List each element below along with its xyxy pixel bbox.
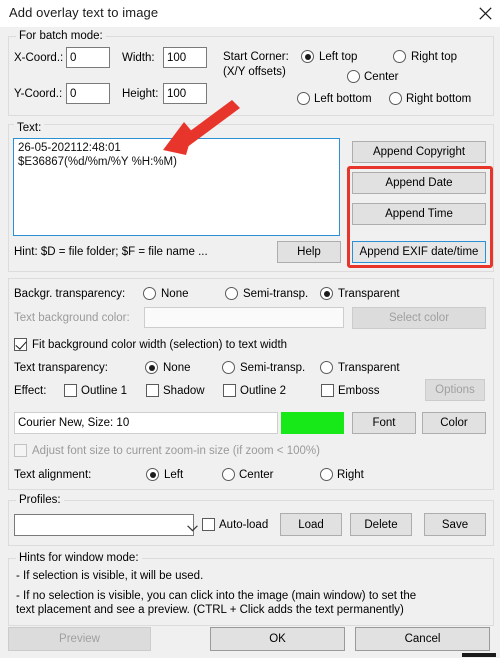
radio-corner-left-top[interactable] [301, 50, 314, 63]
font-display-input[interactable] [14, 412, 278, 434]
label-corner-left-bottom: Left bottom [314, 93, 372, 105]
effect-outline1-checkbox[interactable] [64, 384, 77, 397]
close-button[interactable] [470, 0, 500, 27]
radio-text-none[interactable] [145, 361, 158, 374]
append-date-button[interactable]: Append Date [352, 172, 486, 194]
hint-line-2: - If no selection is visible, you can cl… [16, 590, 417, 602]
title-bar: Add overlay text to image [0, 0, 500, 27]
radio-align-right[interactable] [320, 468, 333, 481]
append-exif-datetime-button[interactable]: Append EXIF date/time [352, 241, 486, 263]
text-label: Text: [14, 122, 45, 134]
fit-background-label: Fit background color width (selection) t… [32, 339, 288, 351]
start-corner-label: Start Corner: [223, 51, 289, 63]
effect-emboss-label: Emboss [338, 385, 380, 397]
fit-background-checkbox[interactable] [14, 338, 27, 351]
label-text-transparent: Transparent [338, 362, 400, 374]
effect-emboss-checkbox[interactable] [321, 384, 334, 397]
radio-corner-right-bottom[interactable] [389, 92, 402, 105]
batch-mode-legend: For batch mode: [16, 30, 106, 42]
y-coord-label: Y-Coord.: [14, 88, 63, 100]
radio-corner-center[interactable] [347, 70, 360, 83]
label-corner-left-top: Left top [319, 51, 358, 63]
width-input[interactable] [163, 47, 207, 68]
adjust-font-size-label: Adjust font size to current zoom-in size… [32, 445, 320, 457]
height-label: Height: [122, 88, 159, 100]
effect-label: Effect: [14, 385, 47, 397]
label-text-none: None [163, 362, 191, 374]
overlay-text-input[interactable]: 26-05-202112:48:01 $E36867(%d/%m/%Y %H:%… [13, 138, 340, 236]
hints-legend: Hints for window mode: [16, 552, 142, 564]
width-label: Width: [122, 52, 155, 64]
autoload-label: Auto-load [219, 519, 269, 531]
cancel-button[interactable]: Cancel [355, 627, 490, 651]
y-coord-input[interactable] [66, 83, 110, 104]
radio-align-left[interactable] [146, 468, 159, 481]
x-coord-label: X-Coord.: [14, 52, 64, 64]
x-coord-input[interactable] [66, 47, 110, 68]
effect-outline2-label: Outline 2 [240, 385, 287, 397]
text-hint-label: Hint: $D = file folder; $F = file name .… [14, 246, 208, 258]
delete-profile-button[interactable]: Delete [350, 513, 412, 536]
ok-button[interactable]: OK [210, 627, 345, 651]
append-time-button[interactable]: Append Time [352, 203, 486, 225]
label-corner-right-bottom: Right bottom [406, 93, 472, 105]
label-corner-center: Center [364, 71, 399, 83]
window-title: Add overlay text to image [9, 5, 159, 20]
label-align-left: Left [164, 469, 184, 481]
autoload-checkbox[interactable] [202, 518, 215, 531]
options-button[interactable]: Options [425, 379, 485, 401]
label-backgr-none: None [161, 288, 189, 300]
radio-text-transparent[interactable] [320, 361, 333, 374]
adjust-font-size-checkbox[interactable] [14, 444, 27, 457]
profiles-legend: Profiles: [16, 494, 64, 506]
text-background-color-label: Text background color: [14, 312, 130, 324]
color-button[interactable]: Color [422, 412, 486, 434]
label-backgr-semi: Semi-transp. [243, 288, 309, 300]
hint-line-1: - If selection is visible, it will be us… [16, 570, 204, 582]
append-copyright-button[interactable]: Append Copyright [352, 141, 486, 163]
scrollbar-thumb[interactable] [462, 653, 496, 657]
dialog-window: Add overlay text to image For batch mode… [0, 0, 500, 658]
text-alignment-label: Text alignment: [14, 469, 92, 481]
radio-corner-right-top[interactable] [393, 50, 406, 63]
profile-combobox[interactable] [14, 514, 198, 536]
effect-shadow-label: Shadow [163, 385, 205, 397]
effect-outline2-checkbox[interactable] [223, 384, 236, 397]
font-button[interactable]: Font [352, 412, 416, 434]
select-color-button[interactable]: Select color [352, 307, 486, 329]
start-corner-sublabel: (X/Y offsets) [223, 66, 286, 78]
label-align-center: Center [239, 469, 274, 481]
close-icon [478, 7, 492, 20]
radio-backgr-none[interactable] [143, 287, 156, 300]
hint-line-3: text placement and see a preview. (CTRL … [16, 604, 404, 616]
radio-text-semi[interactable] [222, 361, 235, 374]
label-align-right: Right [337, 469, 364, 481]
label-corner-right-top: Right top [411, 51, 458, 63]
radio-corner-left-bottom[interactable] [297, 92, 310, 105]
effect-outline1-label: Outline 1 [81, 385, 128, 397]
radio-backgr-transparent[interactable] [320, 287, 333, 300]
font-color-swatch[interactable] [281, 412, 344, 434]
height-input[interactable] [163, 83, 207, 104]
preview-button[interactable]: Preview [8, 627, 151, 651]
text-transparency-label: Text transparency: [14, 362, 108, 374]
help-button[interactable]: Help [277, 241, 341, 263]
load-profile-button[interactable]: Load [280, 513, 342, 536]
backgr-transparency-label: Backgr. transparency: [14, 288, 126, 300]
label-backgr-transparent: Transparent [338, 288, 400, 300]
text-background-color-input[interactable] [144, 307, 344, 328]
label-text-semi: Semi-transp. [240, 362, 306, 374]
save-profile-button[interactable]: Save [424, 513, 486, 536]
radio-align-center[interactable] [222, 468, 235, 481]
effect-shadow-checkbox[interactable] [146, 384, 159, 397]
radio-backgr-semi[interactable] [225, 287, 238, 300]
